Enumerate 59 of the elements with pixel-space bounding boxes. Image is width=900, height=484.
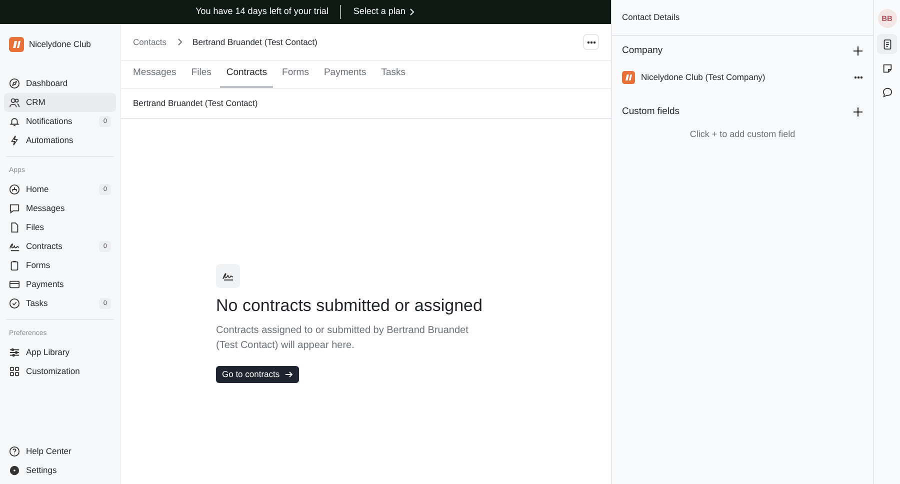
- sidebar-item[interactable]: Customization: [4, 362, 116, 381]
- chevron-right-icon: [409, 8, 416, 16]
- check-circle-icon: [9, 298, 20, 309]
- chat-bubble-icon: [882, 86, 892, 98]
- sliders-icon: [9, 347, 20, 358]
- bell-icon: [9, 116, 20, 127]
- empty-state-title: No contracts submitted or assigned: [216, 295, 482, 317]
- panel-title: Contact Details: [622, 11, 680, 24]
- compass-icon: [9, 78, 20, 89]
- sidebar-item[interactable]: Help Center: [4, 442, 116, 461]
- select-plan-link[interactable]: Select a plan: [353, 5, 416, 19]
- more-button[interactable]: [583, 34, 599, 50]
- tab[interactable]: Tasks: [375, 61, 412, 88]
- sidebar-item[interactable]: Messages: [4, 199, 116, 218]
- section-heading: Custom fields: [622, 104, 680, 119]
- sidebar-item[interactable]: Payments: [4, 275, 116, 294]
- tab[interactable]: Payments: [318, 61, 372, 88]
- sidebar-item[interactable]: Dashboard: [4, 74, 116, 93]
- lightning-icon: [9, 135, 20, 146]
- grid-icon: [9, 366, 20, 377]
- notes-icon: [882, 38, 892, 50]
- chat-bubble-icon: [9, 203, 20, 214]
- people-icon: [9, 97, 20, 108]
- breadcrumb-link[interactable]: Contacts: [133, 36, 167, 48]
- empty-state-description: Contracts assigned to or submitted by Bertrand Bruandet (Test Contact) will appear here.: [216, 324, 470, 353]
- clipboard-icon: [9, 260, 20, 271]
- signature-icon: [216, 264, 240, 288]
- more-icon: [586, 40, 596, 44]
- sticky-note-icon: [882, 62, 892, 74]
- tab[interactable]: Files: [185, 61, 218, 88]
- company-logo-icon: [622, 70, 635, 84]
- tab[interactable]: Messages: [127, 61, 182, 88]
- custom-fields-hint: Click + to add custom field: [690, 128, 796, 141]
- workspace-name: Nicelydone Club: [29, 38, 91, 50]
- rail-button[interactable]: [877, 34, 897, 54]
- company-name[interactable]: Nicelydone Club (Test Company): [641, 70, 766, 84]
- logo-icon: [9, 36, 24, 52]
- go-to-contracts-button[interactable]: Go to contracts: [216, 366, 299, 383]
- signature-icon: [9, 241, 20, 252]
- arrow-right-icon: [284, 371, 293, 378]
- sidebar-item[interactable]: CRM: [4, 93, 116, 112]
- breadcrumb-current: Bertrand Bruandet (Test Contact): [192, 36, 318, 48]
- sidebar-item[interactable]: App Library: [4, 343, 116, 362]
- tab[interactable]: Forms: [276, 61, 315, 88]
- more-icon[interactable]: [854, 76, 863, 78]
- tab[interactable]: Contracts: [220, 61, 274, 88]
- sidebar-item[interactable]: Files: [4, 218, 116, 237]
- add-icon[interactable]: [853, 107, 863, 117]
- sidebar-item[interactable]: Automations: [4, 131, 116, 150]
- contact-name: Bertrand Bruandet (Test Contact): [133, 97, 258, 110]
- trial-message: You have 14 days left of your trial: [196, 5, 328, 18]
- section-heading: Company: [622, 44, 663, 58]
- chevron-right-icon: [176, 38, 183, 46]
- sidebar-item[interactable]: Settings: [4, 461, 116, 480]
- card-icon: [9, 279, 20, 290]
- sidebar-item[interactable]: Forms: [4, 256, 116, 275]
- add-icon[interactable]: [853, 46, 863, 56]
- help-icon: [9, 446, 20, 457]
- document-icon: [9, 222, 20, 233]
